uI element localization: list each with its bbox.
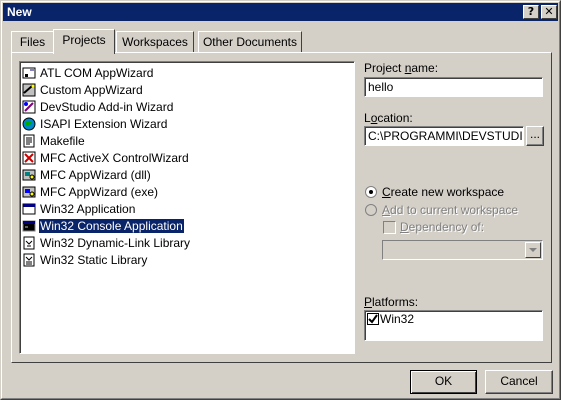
window-title: New xyxy=(7,5,32,19)
makefile-icon xyxy=(23,134,35,148)
list-item-label: Win32 Console Application xyxy=(38,218,185,234)
project-name-label: Project name: xyxy=(364,61,438,75)
list-item-label: Win32 Application xyxy=(40,202,136,216)
label-part: reate new workspace xyxy=(390,185,505,199)
project-type-list[interactable]: ATL COM AppWizard Custom AppWizard DevSt… xyxy=(19,61,355,354)
tab-projects[interactable]: Projects xyxy=(53,29,115,54)
ok-button[interactable]: OK xyxy=(410,370,477,394)
accelerator-key: A xyxy=(382,203,391,217)
label-part: Project xyxy=(364,61,405,75)
isapi-globe-icon xyxy=(22,117,36,131)
list-item-label: DevStudio Add-in Wizard xyxy=(40,100,174,114)
list-item[interactable]: ATL COM AppWizard xyxy=(22,65,154,82)
list-item-label: Makefile xyxy=(40,134,85,148)
label-part: latforms: xyxy=(372,295,419,309)
list-item[interactable]: MFC AppWizard (exe) xyxy=(22,184,159,201)
list-item-selected[interactable]: Win32 Console Application xyxy=(22,218,185,235)
list-item-label: Win32 Dynamic-Link Library xyxy=(40,236,191,250)
checkmark-icon xyxy=(368,314,378,324)
location-label: Location: xyxy=(364,111,413,125)
dependency-dropdown[interactable] xyxy=(382,240,543,260)
create-new-workspace-label[interactable]: Create new workspace xyxy=(382,185,504,199)
chevron-down-icon xyxy=(529,248,537,252)
cancel-button[interactable]: Cancel xyxy=(485,370,553,394)
list-item[interactable]: Win32 Dynamic-Link Library xyxy=(22,235,191,252)
static-lib-icon xyxy=(23,253,35,267)
platforms-list[interactable]: Win32 xyxy=(364,310,543,341)
dependency-label[interactable]: Dependency of: xyxy=(400,220,484,234)
tab-workspaces[interactable]: Workspaces xyxy=(116,31,194,53)
list-item[interactable]: Custom AppWizard xyxy=(22,82,144,99)
location-input[interactable]: C:\PROGRAMMI\DEVSTUDIO\ xyxy=(364,126,524,146)
project-name-input[interactable]: hello xyxy=(364,77,543,97)
dropdown-arrow-button[interactable] xyxy=(525,242,541,258)
mfc-exe-icon xyxy=(22,186,36,198)
radio-dot xyxy=(369,190,373,194)
accelerator-key: D xyxy=(400,220,409,234)
list-item[interactable]: Win32 Static Library xyxy=(22,252,148,269)
label-part: dd to current workspace xyxy=(390,203,519,217)
platforms-label: Platforms: xyxy=(364,295,418,309)
accelerator-key: C xyxy=(382,185,391,199)
add-to-current-workspace-radio[interactable] xyxy=(365,204,377,216)
list-item[interactable]: DevStudio Add-in Wizard xyxy=(22,99,174,116)
atl-com-icon xyxy=(22,67,36,79)
list-item-label: Custom AppWizard xyxy=(40,83,143,97)
accelerator-key: P xyxy=(364,295,373,309)
console-app-icon xyxy=(22,220,36,232)
list-item-label: MFC ActiveX ControlWizard xyxy=(40,151,189,165)
dll-icon xyxy=(23,236,35,250)
list-item-label: ISAPI Extension Wizard xyxy=(40,117,168,131)
list-item-label: Win32 Static Library xyxy=(40,253,148,267)
tab-other-documents-label: Other Documents xyxy=(202,35,298,49)
label-part: cation: xyxy=(377,111,413,125)
list-item[interactable]: Makefile xyxy=(22,133,86,150)
custom-wizard-icon xyxy=(22,83,36,97)
addin-wizard-icon xyxy=(22,100,36,114)
tab-workspaces-label: Workspaces xyxy=(122,35,188,49)
platform-label: Win32 xyxy=(380,312,415,326)
dependency-checkbox[interactable] xyxy=(383,221,396,234)
tab-files-label: Files xyxy=(19,35,46,49)
tab-files[interactable]: Files xyxy=(11,31,54,53)
list-item[interactable]: Win32 Application xyxy=(22,201,136,218)
add-to-current-workspace-label[interactable]: Add to current workspace xyxy=(382,203,518,217)
close-button[interactable]: ✕ xyxy=(541,5,557,19)
create-new-workspace-radio[interactable] xyxy=(365,186,377,198)
tab-other-documents[interactable]: Other Documents xyxy=(198,31,302,53)
list-item[interactable]: MFC ActiveX ControlWizard xyxy=(22,150,190,167)
list-item-label: MFC AppWizard (dll) xyxy=(40,168,151,182)
label-part: ependency of: xyxy=(408,220,485,234)
list-item-label: MFC AppWizard (exe) xyxy=(40,185,159,199)
list-item[interactable]: ISAPI Extension Wizard xyxy=(22,116,168,133)
label-part: L xyxy=(364,111,371,125)
list-item[interactable]: MFC AppWizard (dll) xyxy=(22,167,152,184)
tab-projects-label: Projects xyxy=(62,33,106,47)
new-dialog-window: New ? ✕ Files Projects Workspaces Other … xyxy=(0,0,561,400)
browse-button[interactable]: ... xyxy=(526,126,544,146)
title-bar[interactable]: New xyxy=(3,3,558,21)
label-part: ame: xyxy=(411,61,439,75)
win32-app-icon xyxy=(22,203,36,215)
mfc-dll-icon xyxy=(22,169,36,181)
help-button[interactable]: ? xyxy=(523,5,539,19)
platform-checkbox[interactable] xyxy=(367,313,379,325)
activex-icon xyxy=(22,151,36,165)
list-item-label: ATL COM AppWizard xyxy=(40,66,154,80)
